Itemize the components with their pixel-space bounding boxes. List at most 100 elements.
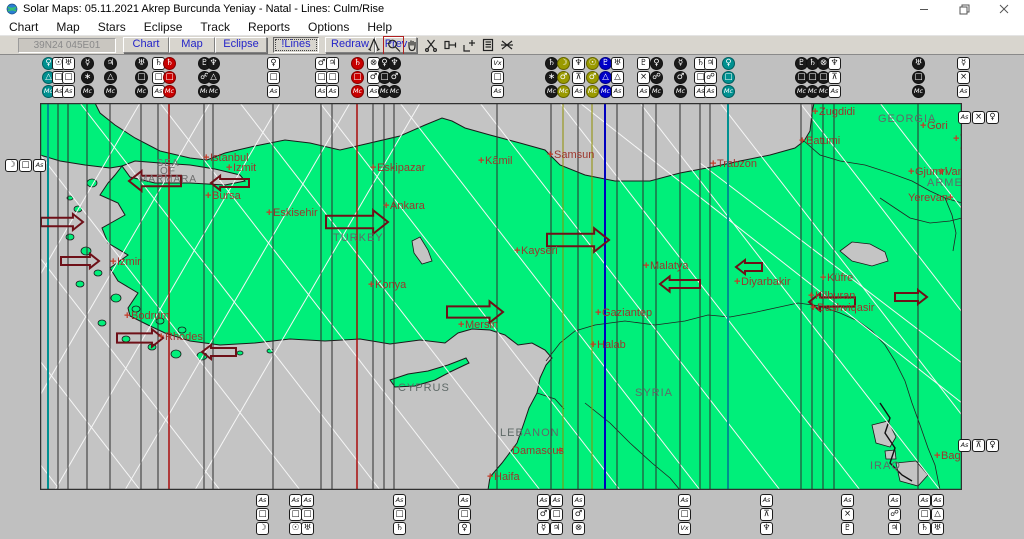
line-marker-edge: As × ♀: [958, 111, 1000, 124]
city-marker: +: [124, 310, 130, 322]
menu-item-eclipse[interactable]: Eclipse: [135, 18, 192, 35]
glyph-badge: ♄: [351, 57, 364, 70]
menu-item-reports[interactable]: Reports: [239, 18, 299, 35]
glyph-badge: ♂: [674, 71, 687, 84]
city-marker: +: [710, 158, 716, 170]
eclipse-button[interactable]: Eclipse: [215, 37, 267, 53]
line-marker-top: ♅ □ As: [62, 57, 75, 99]
line-marker-bottom: As ♂ ⊗: [572, 494, 585, 536]
glyph-badge: As: [958, 439, 971, 452]
line-marker-top: ☿ × As: [957, 57, 970, 99]
menu-item-stars[interactable]: Stars: [89, 18, 135, 35]
point-tool[interactable]: [459, 36, 478, 53]
zoom-tool[interactable]: [383, 36, 404, 55]
glyph-badge: As: [537, 494, 550, 507]
menu-item-help[interactable]: Help: [358, 18, 401, 35]
glyph-badge: ♀: [267, 57, 280, 70]
glyph-badge: ♃: [326, 57, 339, 70]
glyph-badge: ∗: [81, 71, 94, 84]
city-marker: +: [383, 200, 389, 212]
line-marker-top: ♃ ☍ As: [704, 57, 717, 99]
glyph-badge: △: [104, 71, 117, 84]
glyph-badge: As: [888, 494, 901, 507]
report-tool[interactable]: [478, 36, 497, 53]
sea-label: MARMARA: [139, 174, 197, 185]
glyph-badge: □: [163, 71, 176, 84]
clamp-tool[interactable]: [440, 36, 459, 53]
glyph-badge: Mc: [351, 85, 364, 98]
glyph-badge: As: [678, 494, 691, 507]
glyph-badge: ♅: [912, 57, 925, 70]
city-marker: +: [908, 166, 914, 178]
country-label: SYRIA: [635, 387, 673, 399]
glyph-badge: As: [704, 85, 717, 98]
menu-item-map[interactable]: Map: [47, 18, 88, 35]
glyph-badge: □: [326, 71, 339, 84]
menu-item-chart[interactable]: Chart: [0, 18, 47, 35]
glyph-badge: ♀: [722, 57, 735, 70]
line-marker-top: ♅ □ Mc: [135, 57, 148, 99]
glyph-badge: □: [393, 508, 406, 521]
glyph-badge: As: [572, 85, 585, 98]
toolbar: 39N24 045E01 Chart Map Eclipse !Lines Redraw…: [0, 36, 1024, 55]
line-marker-top: ☉ ♂ Mc: [586, 57, 599, 99]
city-marker: +: [808, 290, 814, 302]
line-marker-top: ♀ ☍ Mc: [650, 57, 663, 99]
solar-maps-window: Solar Maps: 05.11.2021 Akrep Burcunda Ye…: [0, 0, 1024, 539]
glyph-badge: ☍: [704, 71, 717, 84]
lines-button[interactable]: !Lines: [273, 37, 319, 53]
city-marker: +: [370, 162, 376, 174]
jack-tool[interactable]: [497, 36, 516, 53]
menu-item-track[interactable]: Track: [191, 18, 239, 35]
city-label: Kayseri: [521, 245, 558, 257]
glyph-badge: ⊼: [572, 71, 585, 84]
cut-tool[interactable]: [421, 36, 440, 53]
maximize-button[interactable]: [944, 0, 984, 18]
glyph-badge: Mc: [135, 85, 148, 98]
city-label: Halab: [597, 339, 626, 351]
glyph-badge: □: [256, 508, 269, 521]
map-button[interactable]: Map: [169, 37, 215, 53]
country-label: CYPRUS: [398, 382, 450, 394]
glyph-badge: As: [491, 85, 504, 98]
city-label: Izmir: [117, 256, 141, 268]
line-marker-top: ♃ □ As: [326, 57, 339, 99]
glyph-badge: △: [931, 508, 944, 521]
fit-tool[interactable]: [364, 36, 383, 53]
city-label: Zugdidi: [819, 106, 855, 118]
line-marker-edge: ☽ □ As: [5, 159, 47, 172]
glyph-badge: ♆: [572, 57, 585, 70]
astro-map[interactable]: SEAOFMARMARATURKEYGEORGIAARMENIACYPRUSSY…: [40, 103, 962, 490]
chart-button[interactable]: Chart: [123, 37, 169, 53]
pan-tool[interactable]: [402, 36, 421, 53]
glyph-badge: ♅: [62, 57, 75, 70]
city-marker: +: [205, 190, 211, 202]
minimize-button[interactable]: [904, 0, 944, 18]
glyph-badge: As: [957, 85, 970, 98]
city-marker: +: [643, 260, 649, 272]
city-label: Dashviqasir: [817, 302, 875, 314]
close-button[interactable]: [984, 0, 1024, 18]
line-marker-top: ☿ ♂ Mc: [674, 57, 687, 99]
glyph-badge: ♅: [611, 57, 624, 70]
glyph-badge: ♄: [918, 522, 931, 535]
city-label: Trabzon: [717, 158, 757, 170]
city-marker: +: [158, 331, 164, 343]
glyph-badge: ♂: [537, 508, 550, 521]
city-label: Malatya: [650, 260, 689, 272]
glyph-badge: As: [958, 111, 971, 124]
glyph-badge: ♇: [637, 57, 650, 70]
glyph-badge: ☉: [586, 57, 599, 70]
line-marker-top: ♄ □ Mc: [163, 57, 176, 99]
city-label: Ankara: [390, 200, 426, 212]
menu-item-options[interactable]: Options: [299, 18, 358, 35]
line-marker-top: ♆ ♂ Mc: [388, 57, 401, 99]
city-label: Izmit: [233, 162, 256, 174]
glyph-badge: Mc: [912, 85, 925, 98]
glyph-badge: ♆: [388, 57, 401, 70]
line-marker-bottom: As □ ♄: [918, 494, 931, 536]
glyph-badge: ♂: [388, 71, 401, 84]
glyph-badge: ☽: [256, 522, 269, 535]
svg-text:+: +: [947, 192, 953, 204]
glyph-badge: ⊼: [972, 439, 985, 452]
